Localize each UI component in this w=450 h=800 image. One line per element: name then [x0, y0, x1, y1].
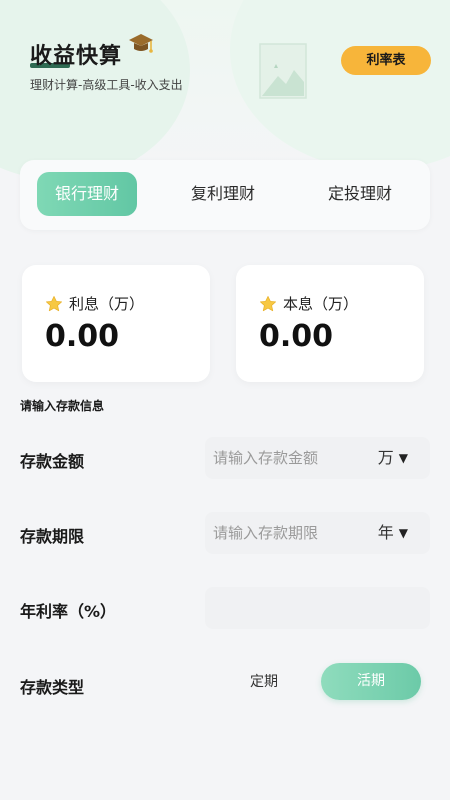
caret-down-icon: ▼ [398, 526, 408, 540]
mountain-illustration-icon [259, 43, 307, 99]
interest-label-row: 利息（万） [45, 293, 144, 314]
interest-value: 0.00 [45, 319, 120, 354]
rate-input[interactable] [213, 587, 363, 629]
caret-down-icon: ▼ [398, 451, 408, 465]
term-unit-label: 年 [377, 523, 394, 542]
interest-card: 利息（万） 0.00 [22, 265, 210, 382]
total-value: 0.00 [259, 319, 334, 354]
graduation-cap-icon [129, 34, 153, 53]
total-card: 本息（万） 0.00 [236, 265, 424, 382]
tab-bank-finance[interactable]: 银行理财 [37, 172, 137, 216]
star-icon [45, 295, 63, 311]
tab-fixed-investment[interactable]: 定投理财 [310, 172, 410, 216]
deposit-type-current-option[interactable]: 活期 [321, 663, 421, 700]
total-label-row: 本息（万） [259, 293, 358, 314]
term-label: 存款期限 [20, 527, 85, 546]
deposit-type-label: 存款类型 [20, 678, 85, 697]
tab-compound-finance[interactable]: 复利理财 [173, 172, 273, 216]
interest-label: 利息（万） [69, 295, 145, 313]
amount-input[interactable] [213, 437, 363, 479]
rate-table-button[interactable]: 利率表 [341, 46, 431, 75]
section-title: 请输入存款信息 [20, 399, 105, 413]
deposit-type-fixed-option[interactable]: 定期 [236, 664, 292, 700]
amount-unit-label: 万 [377, 448, 394, 467]
amount-label: 存款金额 [20, 452, 85, 471]
tab-bar: 银行理财 复利理财 定投理财 [20, 160, 430, 230]
amount-unit-select[interactable]: 万 ▼ [378, 437, 408, 479]
term-input[interactable] [213, 512, 363, 554]
page: 收益快算 理财计算-高级工具-收入支出 利率表 银行理财 复利理财 定投理财 利… [0, 0, 450, 800]
term-field: 年 ▼ [205, 512, 430, 554]
rate-label: 年利率（%） [20, 602, 117, 621]
app-title: 收益快算 [30, 44, 123, 69]
total-label: 本息（万） [283, 295, 359, 313]
amount-field: 万 ▼ [205, 437, 430, 479]
rate-field [205, 587, 430, 629]
app-subtitle: 理财计算-高级工具-收入支出 [30, 78, 183, 92]
term-unit-select[interactable]: 年 ▼ [378, 512, 408, 554]
star-icon [259, 295, 277, 311]
